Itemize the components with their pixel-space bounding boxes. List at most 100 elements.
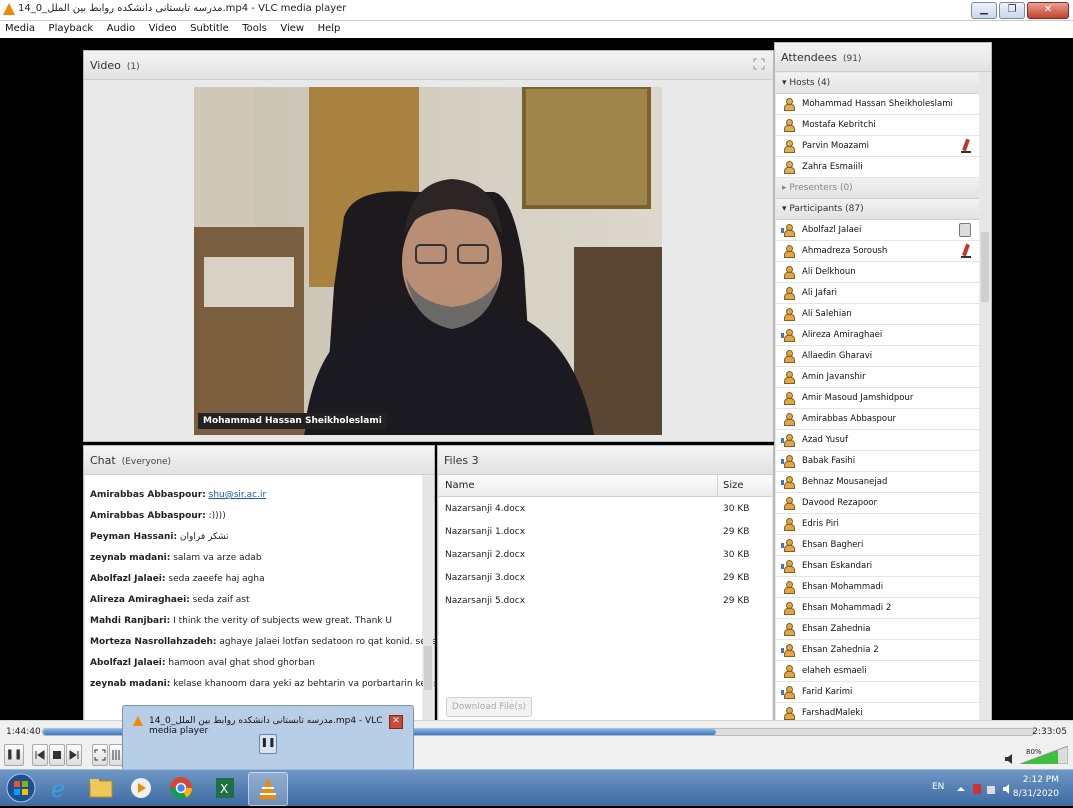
- participant-row[interactable]: Allaedin Gharavi: [776, 346, 979, 367]
- host-row[interactable]: Mostafa Kebritchi: [776, 115, 979, 136]
- chat-link[interactable]: shu@sir.ac.ir: [209, 490, 267, 500]
- menu-audio[interactable]: Audio: [102, 22, 140, 35]
- window-title: مدرسه تابستانی دانشکده روابط بین الملل_0…: [18, 3, 347, 14]
- system-tray-icons[interactable]: [955, 782, 1015, 796]
- participant-speaker-icon: [781, 476, 795, 489]
- chat-message: Mahdi Ranjbari: I think the verity of su…: [90, 616, 392, 626]
- participant-row[interactable]: Ehsan Zahednia 2: [776, 640, 979, 661]
- pause-button[interactable]: ❚❚: [4, 744, 24, 766]
- host-row[interactable]: Zahra Esmaiili: [776, 157, 979, 178]
- file-row[interactable]: Nazarsanji 4.docx 30 KB: [439, 498, 772, 520]
- attendee-name: Azad Yusuf: [802, 435, 848, 445]
- participant-row[interactable]: Ali Salehian: [776, 304, 979, 325]
- minimize-button[interactable]: ▁: [971, 2, 997, 19]
- restore-button[interactable]: ❐: [999, 2, 1025, 19]
- next-button[interactable]: [66, 744, 82, 766]
- download-files-button[interactable]: Download File(s): [446, 697, 532, 717]
- menu-help[interactable]: Help: [313, 22, 346, 35]
- system-clock[interactable]: 2:12 PM 8/31/2020: [1013, 773, 1059, 801]
- participant-row[interactable]: Ehsan Zahednia: [776, 619, 979, 640]
- phone-status-icon: [959, 223, 971, 237]
- file-row[interactable]: Nazarsanji 3.docx 29 KB: [439, 567, 772, 589]
- participant-row[interactable]: Ehsan Mohammadi 2: [776, 598, 979, 619]
- column-name[interactable]: Name: [445, 480, 475, 491]
- hosts-section-header[interactable]: ▾ Hosts (4): [776, 73, 979, 94]
- attendee-name: Mostafa Kebritchi: [802, 120, 876, 130]
- participant-row[interactable]: Amirabbas Abbaspour: [776, 409, 979, 430]
- participant-row[interactable]: Ali Delkhoun: [776, 262, 979, 283]
- start-button[interactable]: [2, 772, 40, 804]
- elapsed-time[interactable]: 1:44:40: [6, 727, 41, 737]
- taskbar-vlc[interactable]: [248, 772, 288, 806]
- attendee-name: Ehsan Bagheri: [802, 540, 864, 550]
- internet-explorer-icon: e: [51, 775, 65, 803]
- taskbar-internet-explorer[interactable]: e: [42, 772, 80, 804]
- file-row[interactable]: Nazarsanji 5.docx 29 KB: [439, 590, 772, 612]
- menu-tools[interactable]: Tools: [237, 22, 272, 35]
- participant-icon: [784, 413, 795, 426]
- participant-row[interactable]: Ali Jafari: [776, 283, 979, 304]
- participant-row[interactable]: Amin Javanshir: [776, 367, 979, 388]
- column-size[interactable]: Size: [723, 480, 744, 491]
- previous-button[interactable]: [32, 744, 48, 766]
- participant-row[interactable]: Ehsan Bagheri: [776, 535, 979, 556]
- taskbar-media-player[interactable]: [122, 772, 160, 804]
- file-row[interactable]: Nazarsanji 1.docx 29 KB: [439, 521, 772, 543]
- files-table-header: Name Size: [439, 475, 772, 497]
- menu-subtitle[interactable]: Subtitle: [185, 22, 234, 35]
- participants-section-header[interactable]: ▾ Participants (87): [776, 199, 979, 220]
- participant-row[interactable]: Behnaz Mousanejad: [776, 472, 979, 493]
- chat-pod-title: Chat: [90, 454, 116, 467]
- chat-scroll-thumb[interactable]: [424, 646, 432, 690]
- participant-row[interactable]: Amir Masoud Jamshidpour: [776, 388, 979, 409]
- menu-media[interactable]: Media: [0, 22, 40, 35]
- participant-row[interactable]: Alireza Amiraghaei: [776, 325, 979, 346]
- chat-text: تشکر فراوان: [179, 532, 229, 542]
- participant-row[interactable]: Azad Yusuf: [776, 430, 979, 451]
- input-language[interactable]: EN: [932, 782, 944, 792]
- attendees-scroll-thumb[interactable]: [981, 232, 989, 302]
- participant-row[interactable]: Davood Rezapoor: [776, 493, 979, 514]
- speaker-video-image: [194, 87, 662, 435]
- file-size: 29 KB: [723, 527, 750, 537]
- chat-sender: zeynab madani:: [90, 553, 171, 563]
- chat-scope[interactable]: (Everyone): [122, 457, 171, 467]
- menu-video[interactable]: Video: [144, 22, 182, 35]
- participant-row[interactable]: Edris Piri: [776, 514, 979, 535]
- presenters-section-header[interactable]: ▸ Presenters (0): [776, 178, 979, 199]
- taskbar-excel[interactable]: X: [206, 772, 244, 804]
- participant-row[interactable]: Ahmadreza Soroush: [776, 241, 979, 262]
- total-time[interactable]: 2:33:05: [1032, 727, 1067, 737]
- menu-view[interactable]: View: [275, 22, 309, 35]
- fullscreen-button[interactable]: [92, 744, 108, 766]
- host-row[interactable]: Parvin Moazami: [776, 136, 979, 157]
- participant-row[interactable]: Ehsan Mohammadi: [776, 577, 979, 598]
- attendee-name: Allaedin Gharavi: [802, 351, 873, 361]
- participant-row[interactable]: Babak Fasihi: [776, 451, 979, 472]
- attendee-name: Parvin Moazami: [802, 141, 869, 151]
- chat-text: hamoon aval ghat shod ghorban: [168, 658, 316, 668]
- files-pod-title: Files 3: [444, 454, 479, 467]
- extended-settings-button[interactable]: [109, 744, 123, 766]
- participant-icon: [784, 245, 795, 258]
- close-button[interactable]: ✕: [1027, 2, 1069, 19]
- popup-pause-button[interactable]: ❚❚: [259, 734, 277, 754]
- participant-row[interactable]: elaheh esmaeli: [776, 661, 979, 682]
- menu-playback[interactable]: Playback: [44, 22, 99, 35]
- speaker-icon[interactable]: [1004, 753, 1016, 765]
- menu-bar: Media Playback Audio Video Subtitle Tool…: [0, 21, 1073, 38]
- chat-scrollbar[interactable]: [423, 476, 433, 721]
- taskbar-file-explorer[interactable]: [82, 772, 120, 804]
- attendees-scrollbar[interactable]: [980, 72, 990, 723]
- host-row[interactable]: Mohammad Hassan Sheikholeslami: [776, 94, 979, 115]
- fullscreen-icon[interactable]: [753, 58, 765, 70]
- folder-icon: [89, 779, 113, 798]
- participant-icon: [784, 665, 795, 678]
- popup-close-button[interactable]: ✕: [389, 715, 403, 729]
- stop-button[interactable]: [49, 744, 65, 766]
- participant-row[interactable]: Abolfazl Jalaei: [776, 220, 979, 241]
- file-row[interactable]: Nazarsanji 2.docx 30 KB: [439, 544, 772, 566]
- participant-row[interactable]: Ehsan Eskandari: [776, 556, 979, 577]
- participant-row[interactable]: Farid Karimi: [776, 682, 979, 703]
- taskbar-chrome[interactable]: [162, 772, 200, 804]
